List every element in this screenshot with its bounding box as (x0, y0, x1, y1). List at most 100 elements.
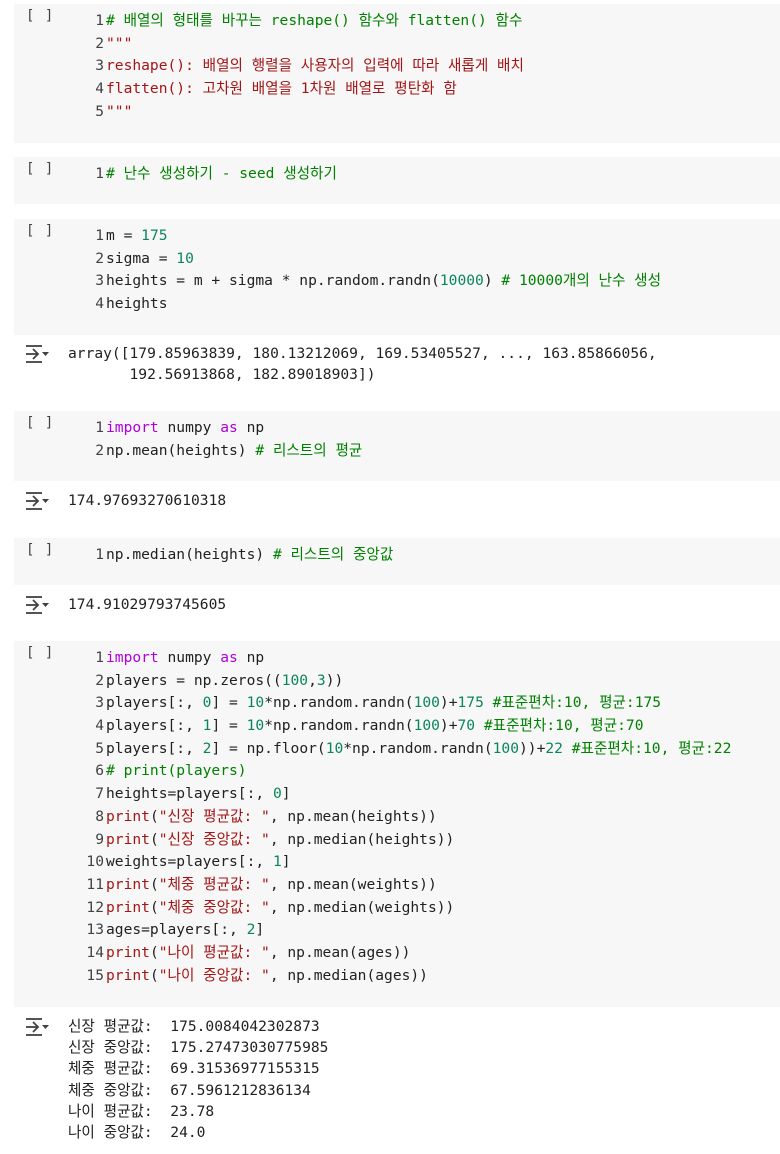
code-token: # 10000개의 난수 생성 (501, 272, 662, 290)
output-line: 신장 평균값: 175.0084042302873 (68, 1018, 320, 1035)
code-token: *np.random.randn( (343, 739, 493, 757)
code-token: , np.median(weights)) (269, 898, 455, 916)
code-token: ) (483, 272, 502, 290)
code-token: # 배열의 형태를 바꾸는 reshape() 함수와 flatten() 함수 (106, 12, 523, 29)
code-line: 1 # 난수 생성하기 - seed 생성하기 (78, 163, 780, 186)
code-token: heights = m + sigma * np.random.randn( (106, 272, 440, 290)
code-line: 3 heights = m + sigma * np.random.randn(1… (78, 270, 780, 293)
code-token: "나이 평균값: " (158, 943, 270, 961)
code-cell[interactable]: [ ] 1 # 배열의 형태를 바꾸는 reshape() 함수와 flatten(… (14, 4, 780, 143)
code-line: 1 import numpy as np (78, 647, 780, 670)
code-token: import (106, 419, 159, 436)
code-token: ages=players[:, (106, 921, 247, 939)
line-number: 5 (95, 102, 104, 120)
code-token: )+ (439, 717, 458, 735)
code-token: print (106, 875, 150, 893)
code-token: print (106, 943, 150, 961)
code-editor[interactable]: 1m = 175 2 sigma = 10 3 heights = m + sigma … (78, 225, 780, 316)
code-editor[interactable]: 1 import numpy as np 2 np.mean(heights) # 리… (78, 417, 780, 462)
code-editor[interactable]: 1 import numpy as np 2 players = np.zeros((… (78, 647, 780, 987)
code-token: "체중 중앙값: " (158, 898, 270, 916)
line-number: 10 (86, 853, 104, 871)
code-token: , np.median(ages)) (269, 966, 428, 984)
run-cell-button[interactable]: [ ] (26, 8, 54, 24)
output-line: array([179.85963839, 180.13212069, 169.5… (68, 345, 657, 362)
line-number: 6 (95, 762, 104, 780)
code-editor[interactable]: 1 np.median(heights) # 리스트의 중앙값 (78, 544, 780, 567)
line-number: 2 (95, 249, 104, 267)
code-token: "신장 평균값: " (158, 807, 270, 825)
code-token: ( (149, 830, 159, 848)
code-token: 70 (457, 717, 476, 735)
output-toggle-icon[interactable] (24, 1016, 50, 1038)
output-toggle-icon[interactable] (24, 343, 50, 365)
code-cell[interactable]: [ ] 1 m = 175 2 sigma = 10 3 heights = m + sig… (14, 219, 780, 335)
line-number: 14 (86, 943, 104, 961)
code-line: 5 """ (78, 101, 780, 124)
code-line: 5 players[:, 2] = np.floor(10*np.random.r… (78, 738, 780, 761)
run-cell-button[interactable]: [ ] (26, 542, 54, 558)
code-token: 1 (272, 853, 282, 871)
code-editor[interactable]: 1 # 난수 생성하기 - seed 생성하기 (78, 163, 780, 186)
code-token: players[:, (106, 694, 203, 712)
code-token: # 리스트의 평균 (255, 441, 363, 459)
line-number: 4 (95, 717, 104, 735)
code-token: ))+ (519, 739, 546, 757)
run-cell-button[interactable]: [ ] (26, 415, 54, 431)
line-number: 1 (95, 649, 104, 666)
code-token: heights (106, 295, 168, 313)
code-token: 100 (492, 739, 519, 757)
code-line: 11 print("체중 평균값: ", np.mean(weights)) (78, 874, 780, 897)
code-token: np (237, 419, 265, 436)
code-cell[interactable]: [ ] 1 import numpy as np 2 players = np.zero… (14, 641, 780, 1007)
output-line: 나이 중앙값: 24.0 (68, 1124, 206, 1142)
code-token: np.median(heights) (106, 546, 273, 563)
code-token: 175 (457, 694, 484, 712)
code-line: 8 print("신장 평균값: ", np.mean(heights)) (78, 806, 780, 829)
code-line: 10 weights=players[:, 1] (78, 851, 780, 874)
code-token: ( (149, 943, 159, 961)
code-token: # print(players) (106, 762, 247, 780)
line-number: 4 (95, 295, 104, 313)
output-toggle-icon[interactable] (24, 490, 50, 512)
code-cell[interactable]: [ ] 1 import numpy as np 2 np.mean(heights) … (14, 411, 780, 481)
code-line: 3 reshape(): 배열의 행렬을 사용자의 입력에 따라 새롭게 배치 (78, 55, 780, 78)
code-line: 13 ages=players[:, 2] (78, 919, 780, 942)
output-toggle-icon[interactable] (24, 594, 50, 616)
code-token: print (106, 898, 150, 916)
code-line: 1 np.median(heights) # 리스트의 중앙값 (78, 544, 780, 567)
run-cell-button[interactable]: [ ] (26, 645, 54, 661)
code-token: sigma = (106, 249, 177, 267)
line-number: 12 (86, 898, 104, 916)
code-editor[interactable]: 1 # 배열의 형태를 바꾸는 reshape() 함수와 flatten() 함… (78, 10, 780, 123)
code-token: 100 (413, 717, 440, 735)
code-line: 1 import numpy as np (78, 417, 780, 440)
line-number: 1 (95, 419, 104, 436)
code-token: ( (149, 807, 159, 825)
run-cell-button[interactable]: [ ] (26, 161, 54, 177)
code-token: 3 (316, 671, 326, 689)
code-cell[interactable]: [ ] 1 # 난수 생성하기 - seed 생성하기 (14, 157, 780, 204)
code-line: 3 players[:, 0] = 10*np.random.randn(100)… (78, 692, 780, 715)
code-token: "나이 중앙값: " (158, 966, 270, 984)
code-cell[interactable]: [ ] 1 np.median(heights) # 리스트의 중앙값 (14, 538, 780, 585)
code-line: 14 print("나이 평균값: ", np.mean(ages)) (78, 942, 780, 965)
code-token: )+ (439, 694, 458, 712)
output-line: 체중 중앙값: 67.5961212836134 (68, 1081, 311, 1099)
code-token: 22 (545, 739, 563, 757)
line-number: 3 (95, 694, 104, 712)
output-line: 나이 평균값: 23.78 (68, 1102, 215, 1120)
code-line: 9 print("신장 중앙값: ", np.median(heights)) (78, 829, 780, 852)
code-token: ] (281, 785, 291, 803)
run-cell-button[interactable]: [ ] (26, 223, 54, 239)
code-token: ] (281, 853, 291, 871)
code-token: ] (255, 921, 265, 939)
code-line: 15 print("나이 중앙값: ", np.median(ages)) (78, 965, 780, 988)
code-token: # 난수 생성하기 - seed 생성하기 (106, 165, 337, 182)
code-token: np.mean(heights) (106, 441, 256, 459)
line-number: 3 (95, 272, 104, 290)
code-line: 1 # 배열의 형태를 바꾸는 reshape() 함수와 flatten() 함… (78, 10, 780, 33)
